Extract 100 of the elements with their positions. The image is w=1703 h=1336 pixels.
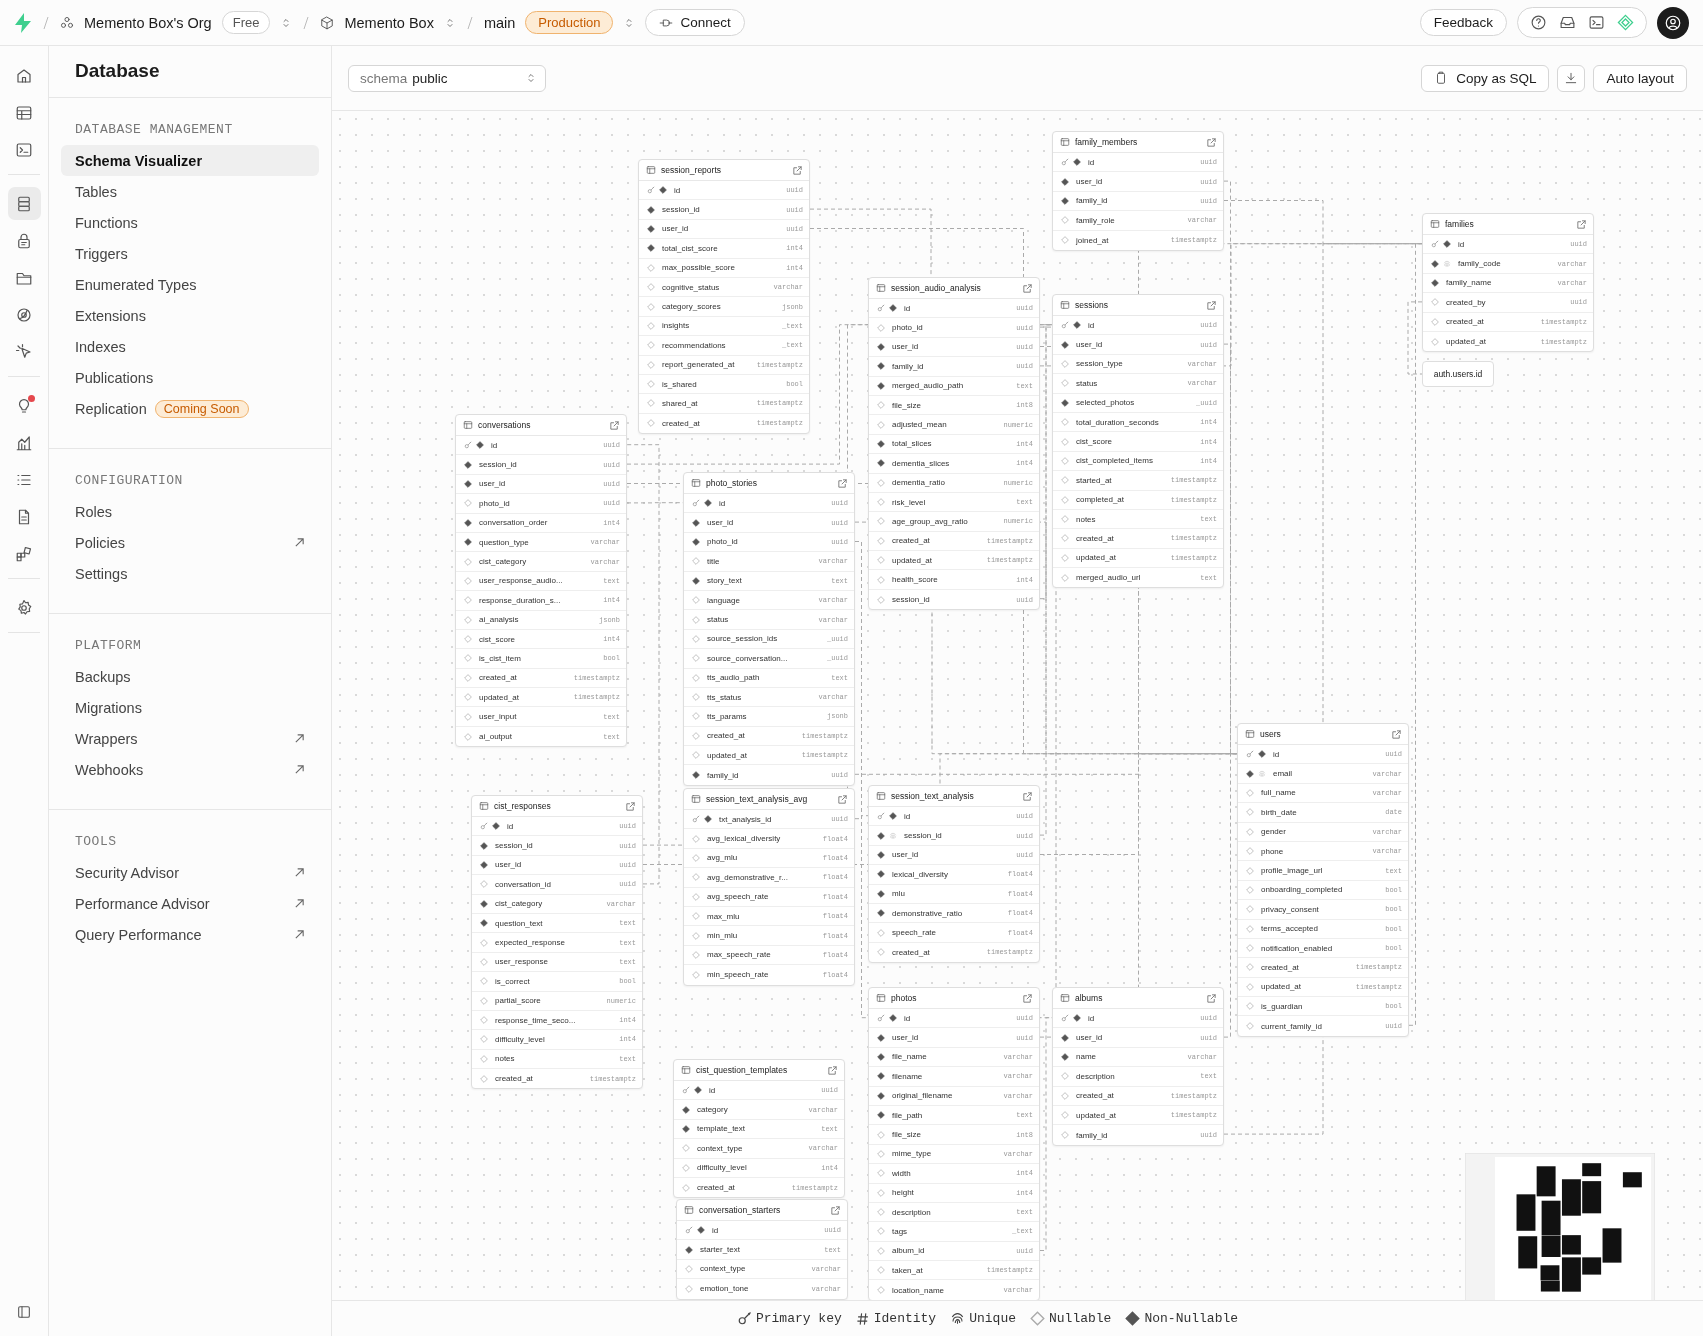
sidebar-item[interactable]: Functions bbox=[61, 207, 319, 238]
column-name: file_path bbox=[892, 1110, 924, 1120]
external-link-icon[interactable] bbox=[837, 477, 848, 489]
legend-label: Nullable bbox=[1049, 1311, 1112, 1326]
table-card[interactable] bbox=[1237, 723, 1409, 1037]
sidebar-item[interactable]: Query Performance bbox=[61, 919, 319, 950]
sidebar-item[interactable]: Performance Advisor bbox=[61, 888, 319, 919]
column-name: session_id bbox=[495, 841, 534, 851]
sidebar-item[interactable]: Schema Visualizer bbox=[61, 145, 319, 176]
sidebar-item[interactable]: Replication Coming Soon bbox=[61, 393, 319, 424]
org-name[interactable]: Memento Box's Org bbox=[84, 14, 212, 31]
column-name: location_name bbox=[892, 1285, 946, 1295]
column-name: question_text bbox=[495, 918, 544, 928]
sidebar-item[interactable]: Roles bbox=[61, 496, 319, 527]
sidebar-item[interactable]: Backups bbox=[61, 661, 319, 692]
column-name: age_group_avg_ratio bbox=[892, 517, 969, 526]
sidebar-item[interactable]: Triggers bbox=[61, 238, 319, 269]
external-link-icon[interactable] bbox=[1206, 136, 1217, 148]
minimap-drawing[interactable] bbox=[1465, 1153, 1655, 1300]
sidebar-item[interactable]: Extensions bbox=[61, 300, 319, 331]
external-link-icon[interactable] bbox=[609, 419, 620, 431]
table-icon bbox=[691, 478, 701, 488]
connect-button[interactable]: Connect bbox=[645, 9, 745, 36]
table-icon bbox=[15, 103, 33, 122]
column-name: family_code bbox=[1458, 259, 1502, 269]
table-card[interactable] bbox=[683, 788, 855, 986]
sidebar-item[interactable]: Policies bbox=[61, 527, 319, 558]
sidebar-item[interactable]: Publications bbox=[61, 362, 319, 393]
auto-layout-button[interactable]: Auto layout bbox=[1593, 64, 1687, 92]
column-name: conversation_id bbox=[495, 879, 553, 889]
blocks-icon bbox=[15, 544, 33, 563]
external-link-icon[interactable] bbox=[837, 793, 848, 805]
sidebar-item[interactable]: Settings bbox=[61, 558, 319, 589]
feedback-button[interactable]: Feedback bbox=[1419, 9, 1507, 36]
table-card[interactable] bbox=[455, 414, 627, 748]
column-name: is_guardian bbox=[1261, 1001, 1304, 1011]
item-label: Tables bbox=[75, 183, 117, 200]
legend-label: Non-Nullable bbox=[1144, 1311, 1239, 1326]
sidebar-item[interactable]: Migrations bbox=[61, 692, 319, 723]
item-label: Query Performance bbox=[75, 926, 202, 943]
table-card[interactable] bbox=[683, 472, 855, 786]
item-label: Schema Visualizer bbox=[75, 152, 203, 169]
sidebar-item[interactable]: Indexes bbox=[61, 331, 319, 362]
diamond-icon[interactable] bbox=[1617, 14, 1634, 31]
column-name: filename bbox=[892, 1071, 924, 1081]
column-name: question_type bbox=[479, 537, 530, 547]
item-label: Security Advisor bbox=[75, 864, 179, 881]
sidebar-item[interactable]: Enumerated Types bbox=[61, 269, 319, 300]
column-name: category bbox=[697, 1105, 729, 1115]
table-icon bbox=[876, 283, 886, 293]
external-link-icon[interactable] bbox=[625, 800, 636, 812]
external-link-icon[interactable] bbox=[1576, 218, 1587, 230]
nav-button[interactable] bbox=[7, 187, 41, 220]
avatar[interactable] bbox=[1657, 6, 1689, 39]
external-link-icon[interactable] bbox=[792, 164, 803, 176]
table-card[interactable] bbox=[1052, 294, 1224, 589]
external-link-icon[interactable] bbox=[1022, 992, 1033, 1004]
column-name: updated_at bbox=[1076, 1110, 1118, 1120]
column-name: is_correct bbox=[495, 976, 531, 986]
sidebar-item[interactable]: Webhooks bbox=[61, 754, 319, 785]
table-card[interactable] bbox=[638, 159, 810, 435]
column-name: avg_lexical_diversity bbox=[707, 834, 782, 844]
section-heading: PLATFORM bbox=[74, 638, 143, 655]
column-name: category_scores bbox=[662, 302, 722, 312]
key-icon bbox=[877, 1014, 885, 1023]
lightning-logo-icon[interactable] bbox=[14, 12, 32, 33]
column-name: cist_completed_items bbox=[1076, 456, 1154, 466]
column-name: mime_type bbox=[892, 1149, 933, 1159]
external-link-icon[interactable] bbox=[1022, 790, 1033, 802]
table-icon bbox=[1430, 219, 1440, 229]
external-link-icon[interactable] bbox=[1391, 728, 1402, 740]
external-link-icon[interactable] bbox=[1022, 282, 1033, 294]
external-link-icon[interactable] bbox=[1206, 992, 1217, 1004]
column-name: user_response bbox=[495, 957, 549, 967]
sidebar-item[interactable]: Wrappers bbox=[61, 723, 319, 754]
table-card[interactable] bbox=[868, 987, 1040, 1300]
sidebar-item[interactable]: Security Advisor bbox=[61, 857, 319, 888]
download-button[interactable] bbox=[1557, 64, 1586, 92]
external-link-icon[interactable] bbox=[827, 1064, 838, 1076]
column-name: session_id bbox=[662, 205, 701, 215]
column-name: min_speech_rate bbox=[707, 970, 770, 980]
project-name[interactable]: Memento Box bbox=[344, 14, 434, 31]
table-icon bbox=[1060, 300, 1070, 310]
column-name: adjusted_mean bbox=[892, 420, 948, 430]
key-icon bbox=[1431, 240, 1439, 249]
external-link-icon[interactable] bbox=[830, 1204, 841, 1216]
column-name: merged_audio_url bbox=[1076, 573, 1142, 583]
column-name: privacy_consent bbox=[1261, 904, 1320, 914]
column-name: session_id bbox=[892, 595, 931, 605]
arrow-up-right-icon bbox=[294, 764, 305, 775]
reference-node[interactable]: auth.users.id bbox=[1422, 361, 1494, 387]
table-card[interactable] bbox=[471, 795, 643, 1090]
sidebar-item[interactable]: Tables bbox=[61, 176, 319, 207]
column-name: created_at bbox=[1076, 1091, 1115, 1101]
table-card[interactable] bbox=[868, 277, 1040, 611]
copy-sql-button[interactable]: Copy as SQL bbox=[1421, 64, 1550, 92]
external-link-icon[interactable] bbox=[1206, 299, 1217, 311]
table-name: albums bbox=[1075, 993, 1104, 1003]
schema-select[interactable]: schema public bbox=[348, 64, 546, 92]
branch-name[interactable]: main bbox=[483, 14, 516, 31]
